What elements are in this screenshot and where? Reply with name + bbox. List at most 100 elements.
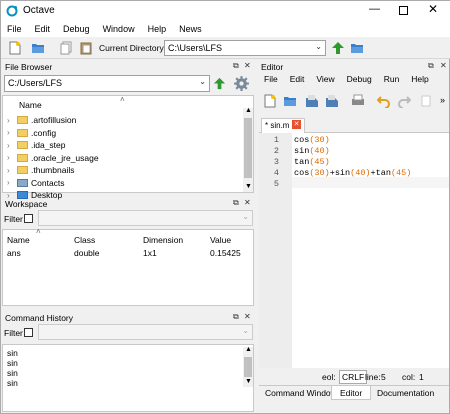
- code-identifier-token: +sin: [329, 168, 351, 178]
- copy-icon[interactable]: [59, 41, 73, 55]
- menu-edit[interactable]: Edit: [35, 24, 51, 34]
- file-browser-list: ˄ Name › .artofillusion › .config › .ida_step…: [2, 95, 254, 200]
- file-browser-item[interactable]: › .ida_step: [7, 139, 66, 151]
- workspace-table: ˄ Name Class Dimension Value ans double 1x1 0.…: [2, 227, 254, 306]
- menu-help[interactable]: Help: [148, 24, 167, 34]
- menu-debug[interactable]: Debug: [63, 24, 90, 34]
- go-up-arrow-icon[interactable]: [331, 41, 345, 55]
- menu-window[interactable]: Window: [103, 24, 135, 34]
- chevron-down-icon: ⌄: [242, 212, 249, 221]
- scrollbar-thumb[interactable]: [244, 357, 252, 377]
- file-browser-item[interactable]: › Contacts: [7, 177, 65, 189]
- undo-icon[interactable]: [377, 94, 391, 108]
- line-number: 4: [273, 168, 279, 178]
- file-browser-title: File Browser: [5, 62, 53, 72]
- workspace-column-class[interactable]: Class: [74, 235, 95, 245]
- tab-documentation[interactable]: Documentation: [371, 386, 440, 400]
- save-as-icon[interactable]: [325, 94, 339, 108]
- desktop-icon: [17, 191, 28, 199]
- chevron-right-icon[interactable]: ›: [7, 153, 17, 162]
- file-browser-item[interactable]: › .artofillusion: [7, 114, 76, 126]
- save-icon[interactable]: [305, 94, 319, 108]
- code-line[interactable]: tan(45): [294, 157, 330, 167]
- redo-icon[interactable]: [397, 94, 411, 108]
- table-row[interactable]: ans double 1x1 0.15425: [3, 247, 253, 259]
- history-scrollbar[interactable]: ▲ ▼: [243, 346, 253, 387]
- chevron-right-icon[interactable]: ›: [7, 178, 17, 187]
- copy-icon[interactable]: [419, 94, 433, 108]
- list-item[interactable]: sin: [7, 348, 18, 358]
- menu-news[interactable]: News: [179, 24, 202, 34]
- scroll-down-icon[interactable]: ▼: [245, 378, 252, 385]
- editor-menu-debug[interactable]: Debug: [347, 74, 372, 84]
- workspace-filter-checkbox[interactable]: [24, 214, 33, 223]
- scroll-up-icon[interactable]: ▲: [245, 346, 252, 353]
- browse-folder-icon[interactable]: [350, 41, 364, 55]
- history-filter-checkbox[interactable]: [24, 328, 33, 337]
- undock-icon[interactable]: ⧉: [428, 61, 434, 71]
- scroll-down-icon[interactable]: ▼: [245, 183, 252, 190]
- code-identifier-token: tan: [294, 157, 310, 167]
- code-number-token: (45): [390, 168, 412, 178]
- col-value: 1: [419, 372, 424, 382]
- editor-menu-file[interactable]: File: [264, 74, 278, 84]
- editor-menu-edit[interactable]: Edit: [290, 74, 305, 84]
- print-icon[interactable]: [351, 94, 365, 108]
- tab-editor[interactable]: Editor: [331, 386, 372, 400]
- main-toolbar: Current Directory: C:\Users\LFS ⌄: [1, 37, 450, 59]
- chevron-right-icon[interactable]: ›: [7, 116, 17, 125]
- maximize-button[interactable]: [399, 6, 408, 15]
- new-script-icon[interactable]: [8, 41, 22, 55]
- list-item[interactable]: sin: [7, 378, 18, 388]
- line-number: 1: [273, 135, 279, 145]
- code-line[interactable]: sin(40): [294, 146, 330, 156]
- list-item[interactable]: sin: [7, 358, 18, 368]
- paste-icon[interactable]: [79, 41, 93, 55]
- file-browser-column-name[interactable]: Name: [19, 100, 42, 110]
- undock-icon[interactable]: ⧉: [233, 312, 239, 322]
- folder-icon: [17, 166, 28, 174]
- file-browser-scrollbar[interactable]: ▲ ▼: [243, 107, 253, 192]
- chevron-right-icon[interactable]: ›: [7, 141, 17, 150]
- close-icon[interactable]: ✕: [244, 61, 251, 70]
- workspace-column-value[interactable]: Value: [210, 235, 231, 245]
- file-browser-item[interactable]: › .oracle_jre_usage: [7, 152, 99, 164]
- menu-file[interactable]: File: [7, 24, 22, 34]
- workspace-column-name[interactable]: Name: [7, 235, 30, 245]
- open-folder-icon[interactable]: [283, 94, 297, 108]
- gear-icon[interactable]: [233, 75, 250, 92]
- scrollbar-thumb[interactable]: [244, 118, 252, 178]
- chevron-right-icon[interactable]: ›: [7, 166, 17, 175]
- code-line[interactable]: cos(30)+sin(40)+tan(45): [294, 168, 411, 178]
- workspace-filter-combo[interactable]: ⌄: [38, 210, 253, 226]
- col-label: col:: [402, 372, 416, 382]
- undock-icon[interactable]: ⧉: [233, 61, 239, 71]
- editor-menu-run[interactable]: Run: [384, 74, 400, 84]
- minimize-button[interactable]: —: [369, 3, 380, 15]
- new-script-icon[interactable]: [263, 94, 277, 108]
- scroll-up-icon[interactable]: ▲: [245, 107, 252, 114]
- current-directory-combo[interactable]: C:\Users\LFS ⌄: [164, 40, 326, 56]
- window-title: Octave: [23, 5, 55, 16]
- close-icon[interactable]: ✕: [440, 61, 447, 70]
- open-folder-icon[interactable]: [31, 41, 45, 55]
- file-browser-path-combo[interactable]: C:/Users/LFS ⌄: [4, 75, 210, 92]
- close-icon[interactable]: ✕: [244, 198, 251, 207]
- file-browser-item[interactable]: › .config: [7, 127, 56, 139]
- close-icon[interactable]: ✕: [244, 312, 251, 321]
- editor-menu-help[interactable]: Help: [411, 74, 428, 84]
- close-tab-icon[interactable]: ✕: [292, 120, 301, 129]
- chevron-right-icon[interactable]: ›: [7, 128, 17, 137]
- line-label: line:: [365, 372, 381, 382]
- code-line[interactable]: cos(30): [294, 135, 330, 145]
- close-button[interactable]: ✕: [428, 2, 438, 16]
- line-number: 3: [273, 157, 279, 167]
- file-browser-item[interactable]: › .thumbnails: [7, 164, 74, 176]
- toolbar-overflow-icon[interactable]: »: [440, 95, 445, 105]
- workspace-column-dimension[interactable]: Dimension: [143, 235, 183, 245]
- editor-menu-view[interactable]: View: [316, 74, 334, 84]
- history-filter-combo[interactable]: ⌄: [38, 324, 253, 340]
- go-up-arrow-icon[interactable]: [213, 77, 226, 90]
- list-item[interactable]: sin: [7, 368, 18, 378]
- undock-icon[interactable]: ⧉: [233, 198, 239, 208]
